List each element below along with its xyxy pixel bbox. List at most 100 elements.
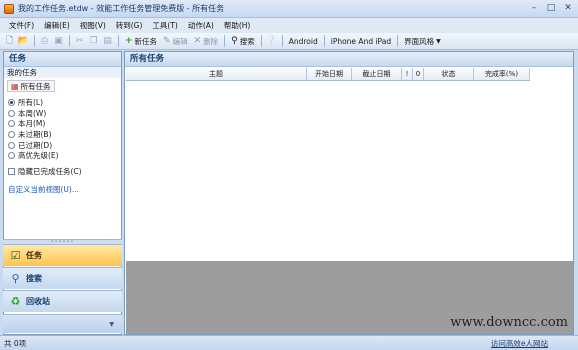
- watermark-text: www.downcc.com: [450, 315, 568, 330]
- menu-bar: 文件(F) 编辑(E) 视图(V) 转到(G) 工具(T) 动作(A) 帮助(H…: [0, 18, 578, 33]
- skin-dropdown[interactable]: 界面风格 ▼: [401, 36, 444, 47]
- all-tasks-button[interactable]: ▦ 所有任务: [7, 80, 55, 92]
- radio-button[interactable]: [8, 141, 15, 149]
- toolbar-separator: [118, 35, 119, 47]
- plus-icon: +: [125, 36, 133, 46]
- filter-not-overdue[interactable]: 未过期(B): [4, 129, 121, 140]
- column-attachment[interactable]: 0: [413, 68, 424, 80]
- custom-view-link[interactable]: 自定义当前视图(U)...: [4, 184, 121, 195]
- toolbar-separator: [69, 35, 70, 47]
- menu-goto[interactable]: 转到(G): [111, 20, 148, 31]
- column-start-date[interactable]: 开始日期: [307, 68, 352, 80]
- close-button[interactable]: ✕: [561, 3, 575, 14]
- task-checkbox-icon: ☑: [10, 249, 21, 262]
- filter-overdue[interactable]: 已过期(D): [4, 140, 121, 151]
- menu-actions[interactable]: 动作(A): [183, 20, 219, 31]
- nav-tasks-label: 任务: [26, 251, 42, 260]
- filter-label: 已过期(D): [18, 140, 53, 150]
- radio-button[interactable]: [8, 120, 15, 128]
- print-preview-icon[interactable]: ▣: [52, 35, 65, 48]
- website-link[interactable]: 访问高效e人网站: [491, 338, 548, 349]
- filter-radio-group: 所有(L) 本周(W) 本月(M) 未过期(B) 已过期(D) 高优先级(E): [4, 97, 121, 161]
- task-list-icon: ▦: [11, 81, 19, 91]
- edit-icon: ✎: [163, 36, 171, 46]
- column-status[interactable]: 状态: [424, 68, 474, 80]
- copy-icon[interactable]: ❐: [87, 35, 100, 48]
- filter-label: 未过期(B): [18, 129, 52, 139]
- magnifier-icon: ⚲: [11, 272, 20, 285]
- radio-button[interactable]: [8, 130, 15, 138]
- paste-icon[interactable]: ▤: [101, 35, 114, 48]
- filter-label: 本月(M): [18, 119, 46, 129]
- hide-completed-checkbox[interactable]: 隐藏已完成任务(C): [4, 166, 121, 177]
- skin-label: 界面风格: [404, 36, 435, 46]
- recycle-icon: ♻: [10, 295, 21, 308]
- filter-all[interactable]: 所有(L): [4, 97, 121, 108]
- minimize-button[interactable]: –: [527, 3, 541, 14]
- radio-button[interactable]: [8, 109, 15, 117]
- window-controls: – □ ✕: [527, 3, 575, 14]
- configure-buttons-icon[interactable]: ▼: [109, 321, 114, 328]
- radio-button[interactable]: [8, 98, 15, 106]
- nav-search-label: 搜索: [26, 274, 42, 283]
- toolbar: 🗋 📂 ⎙ ▣ ✂ ❐ ▤ + 新任务 ✎ 编辑 ✕ 删除 ⚲ 搜索 ❔ And…: [0, 33, 578, 50]
- checkbox[interactable]: [8, 168, 15, 176]
- status-bar: 共 0项 访问高效e人网站: [0, 335, 578, 350]
- column-completion[interactable]: 完成率(%): [474, 68, 530, 80]
- toolbar-separator: [224, 35, 226, 47]
- my-tasks-section: 我的任务: [4, 67, 121, 78]
- filter-this-month[interactable]: 本月(M): [4, 118, 121, 129]
- chevron-down-icon: ▼: [436, 37, 441, 45]
- filter-label: 本周(W): [18, 108, 47, 118]
- nav-recycle-button[interactable]: ♻ 回收站: [3, 290, 122, 312]
- radio-button[interactable]: [8, 152, 15, 160]
- nav-recycle-label: 回收站: [26, 297, 50, 306]
- menu-file[interactable]: 文件(F): [4, 20, 39, 31]
- hide-completed-label: 隐藏已完成任务(C): [18, 167, 82, 177]
- toolbar-separator: [323, 35, 325, 47]
- delete-button[interactable]: ✕ 删除: [191, 36, 222, 47]
- menu-edit[interactable]: 编辑(E): [39, 20, 75, 31]
- column-priority[interactable]: !: [402, 68, 413, 80]
- menu-help[interactable]: 帮助(H): [219, 20, 256, 31]
- task-grid[interactable]: [126, 82, 573, 261]
- menu-view[interactable]: 视图(V): [75, 20, 111, 31]
- delete-label: 删除: [203, 36, 219, 46]
- main-panel: 所有任务 主题 开始日期 截止日期 ! 0 状态 完成率(%): [124, 51, 574, 335]
- item-count: 共 0项: [4, 338, 27, 348]
- android-button[interactable]: Android: [286, 37, 321, 46]
- column-subject[interactable]: 主题: [126, 68, 307, 80]
- search-button[interactable]: ⚲ 搜索: [228, 36, 258, 47]
- filter-high-priority[interactable]: 高优先级(E): [4, 150, 121, 161]
- nav-tasks-button[interactable]: ☑ 任务: [3, 244, 122, 266]
- edit-button[interactable]: ✎ 编辑: [160, 36, 191, 47]
- maximize-button[interactable]: □: [544, 3, 558, 14]
- task-grid-header: 主题 开始日期 截止日期 ! 0 状态 完成率(%): [126, 68, 530, 81]
- new-task-label: 新任务: [134, 36, 158, 46]
- nav-footer: ▼: [3, 314, 122, 333]
- toolbar-separator: [34, 35, 35, 47]
- toolbar-separator: [281, 35, 283, 47]
- filter-label: 所有(L): [18, 97, 44, 107]
- title-bar: 我的工作任务.etdw - 效能工作任务管理免费版 - 所有任务 – □ ✕: [0, 0, 578, 18]
- main-panel-title: 所有任务: [125, 52, 573, 67]
- toolbar-separator: [397, 35, 399, 47]
- menu-tools[interactable]: 工具(T): [147, 20, 182, 31]
- column-due-date[interactable]: 截止日期: [352, 68, 402, 80]
- nav-search-button[interactable]: ⚲ 搜索: [3, 267, 122, 289]
- iphone-ipad-button[interactable]: iPhone And iPad: [328, 37, 394, 46]
- window-title: 我的工作任务.etdw - 效能工作任务管理免费版 - 所有任务: [18, 4, 225, 13]
- help-icon[interactable]: ❔: [265, 35, 278, 48]
- search-label: 搜索: [239, 36, 255, 46]
- new-task-button[interactable]: + 新任务: [122, 36, 160, 47]
- delete-icon: ✕: [193, 36, 202, 46]
- cut-icon[interactable]: ✂: [73, 35, 86, 48]
- print-icon[interactable]: ⎙: [38, 35, 51, 48]
- search-icon: ⚲: [231, 36, 238, 46]
- task-panel-title: 任务: [4, 52, 121, 67]
- app-icon: [4, 3, 14, 14]
- filter-this-week[interactable]: 本周(W): [4, 108, 121, 119]
- new-file-icon[interactable]: 🗋: [3, 35, 16, 48]
- all-tasks-label: 所有任务: [20, 81, 51, 91]
- open-folder-icon[interactable]: 📂: [17, 35, 30, 48]
